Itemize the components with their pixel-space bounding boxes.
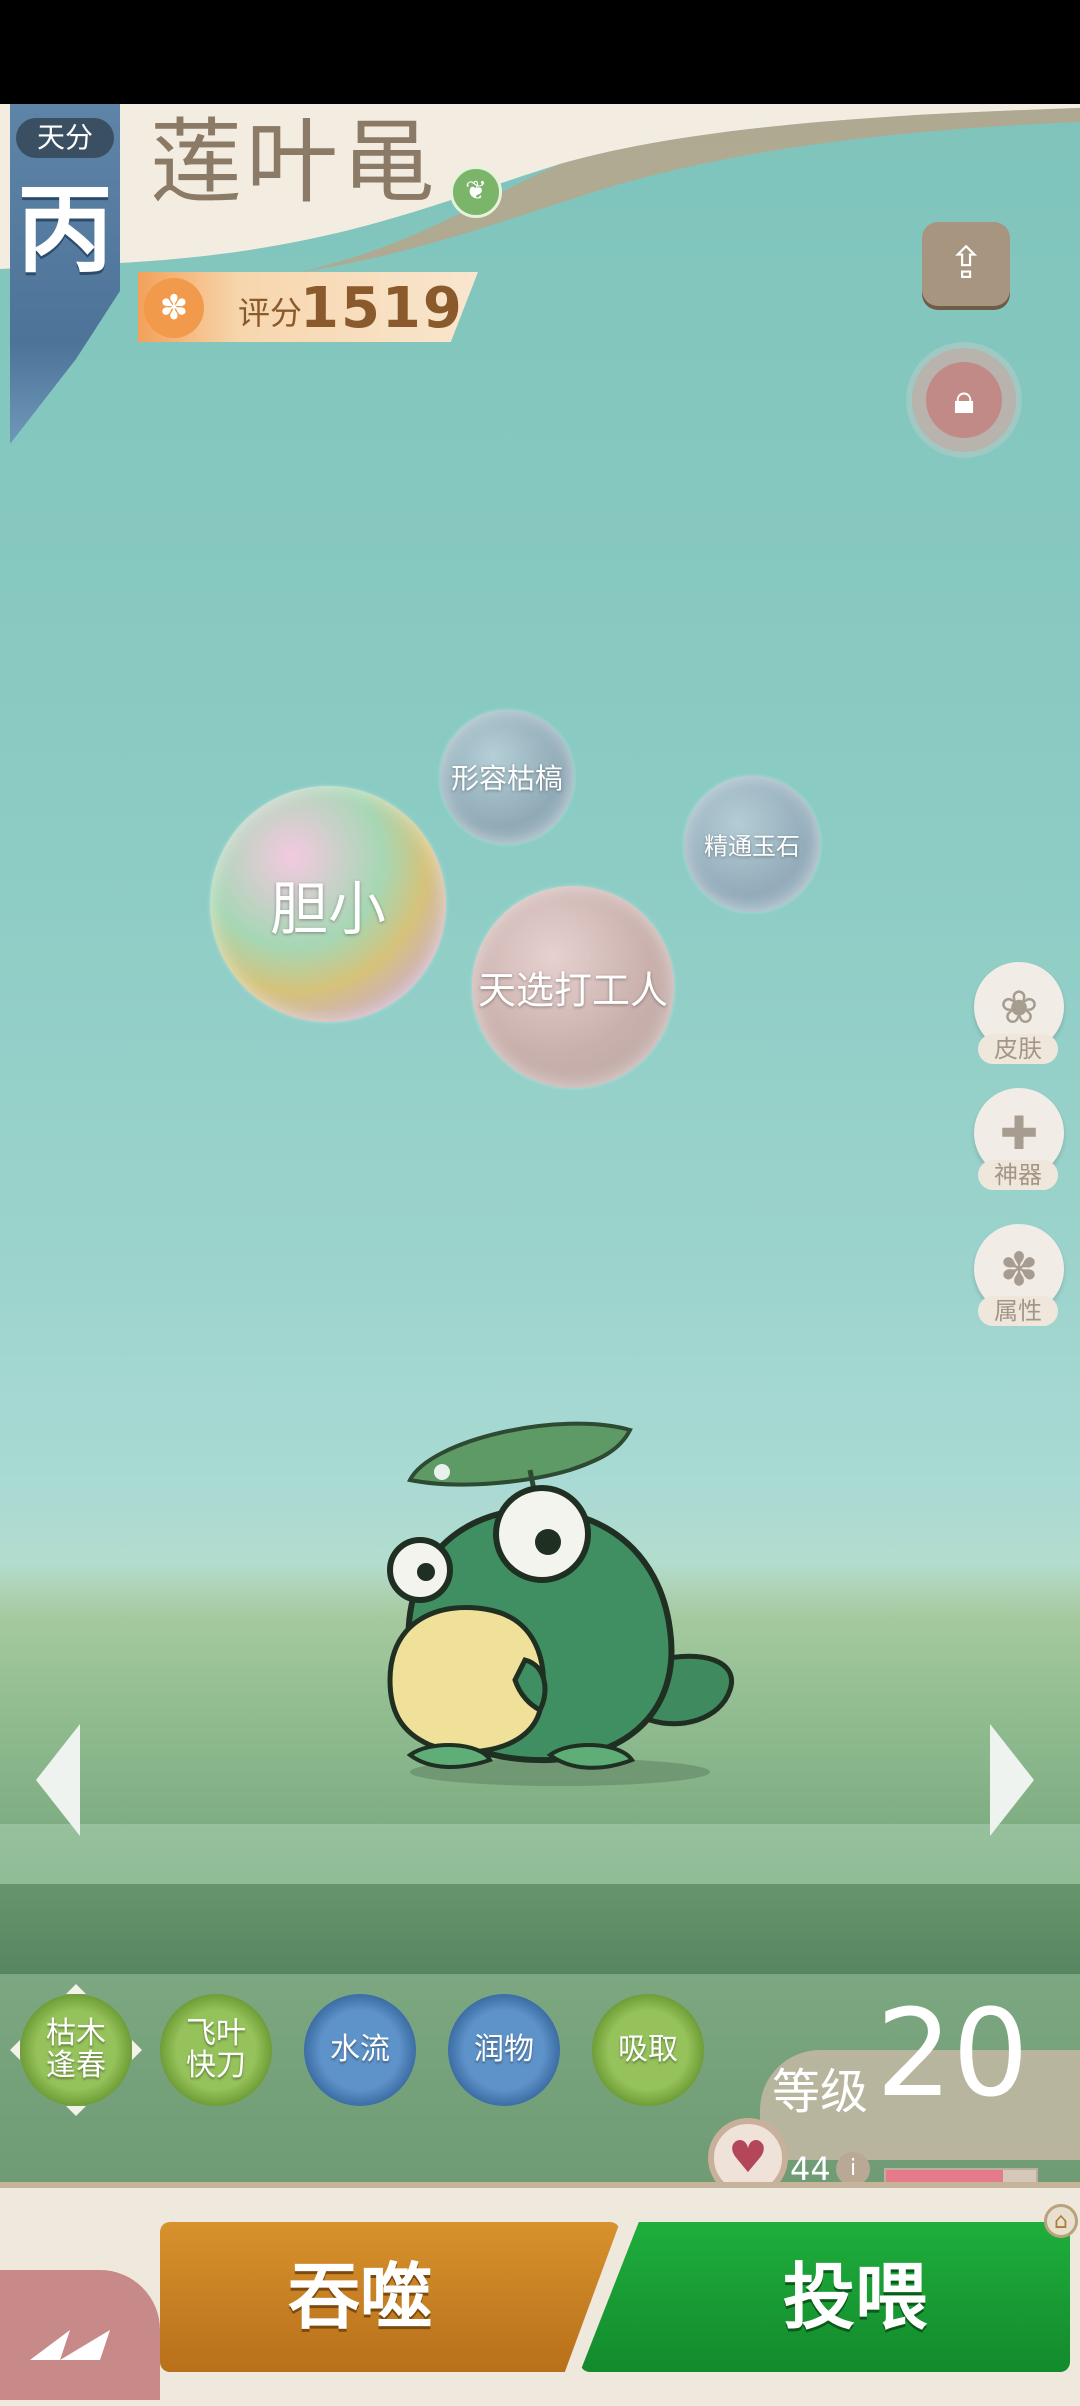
info-icon[interactable]: i <box>836 2152 870 2186</box>
background-grass <box>0 1884 1080 1974</box>
level-label: 等级 <box>772 2064 869 2120</box>
arrow-left-icon[interactable] <box>36 1724 80 1836</box>
trait-label: 形容枯槁 <box>450 762 563 795</box>
attributes-label: 属性 <box>978 1296 1058 1326</box>
skill-button-1[interactable]: 枯木 逢春 <box>20 1994 132 2106</box>
lock-button[interactable]: 🔒︎ <box>906 342 1022 458</box>
app-logo[interactable] <box>0 2270 160 2400</box>
skill-button-4[interactable]: 润物 <box>448 1994 560 2106</box>
feed-button[interactable]: 投喂 <box>580 2222 1070 2372</box>
status-bar <box>0 0 1080 104</box>
rank-label: 天分 <box>16 118 114 158</box>
score-label: 评分 <box>238 294 303 332</box>
share-button[interactable]: ⇪ <box>922 222 1010 306</box>
trait-bubble-jade[interactable]: 精通玉石 <box>684 776 820 912</box>
upgrade-icon[interactable]: ⌂ <box>1044 2204 1078 2238</box>
skill-label: 枯木 逢春 <box>46 2016 106 2083</box>
trait-label: 精通玉石 <box>704 832 800 861</box>
skin-label: 皮肤 <box>978 1034 1058 1064</box>
pet-frog[interactable] <box>370 1410 750 1790</box>
skill-label: 润物 <box>474 2032 534 2067</box>
trait-label: 胆小 <box>269 875 386 943</box>
skill-label: 吸取 <box>618 2032 678 2067</box>
artifact-label: 神器 <box>978 1160 1058 1190</box>
lock-icon: 🔒︎ <box>926 362 1002 438</box>
skill-label: 水流 <box>330 2032 390 2067</box>
logo-mark-icon <box>30 2330 110 2360</box>
trait-bubble-timid[interactable]: 胆小 <box>210 786 446 1022</box>
skill-button-2[interactable]: 飞叶 快刀 <box>160 1994 272 2106</box>
trait-bubble-haggard[interactable]: 形容枯槁 <box>440 710 574 844</box>
arrow-right-icon[interactable] <box>990 1724 1034 1836</box>
artifact-button[interactable]: ✚ 神器 <box>974 1088 1068 1190</box>
skill-button-5[interactable]: 吸取 <box>592 1994 704 2106</box>
rank-value: 丙 <box>17 173 113 286</box>
skin-button[interactable]: ❀ 皮肤 <box>974 962 1068 1064</box>
skill-button-3[interactable]: 水流 <box>304 1994 416 2106</box>
skill-label: 飞叶 快刀 <box>186 2016 246 2083</box>
devour-button[interactable]: 吞噬 <box>160 2222 620 2372</box>
feed-label: 投喂 <box>782 2255 927 2339</box>
score-value: 1519 <box>300 276 464 341</box>
trait-label: 天选打工人 <box>477 968 668 1013</box>
share-icon: ⇪ <box>947 238 985 289</box>
attributes-button[interactable]: ✽ 属性 <box>974 1224 1068 1326</box>
devour-label: 吞噬 <box>287 2255 432 2339</box>
trait-bubble-worker[interactable]: 天选打工人 <box>472 886 674 1088</box>
grass-element-icon: ❦ <box>450 166 502 218</box>
pet-name: 莲叶黾 <box>150 109 439 216</box>
level-value: 20 <box>876 1985 1029 2124</box>
paw-icon: ✽ <box>144 278 204 338</box>
